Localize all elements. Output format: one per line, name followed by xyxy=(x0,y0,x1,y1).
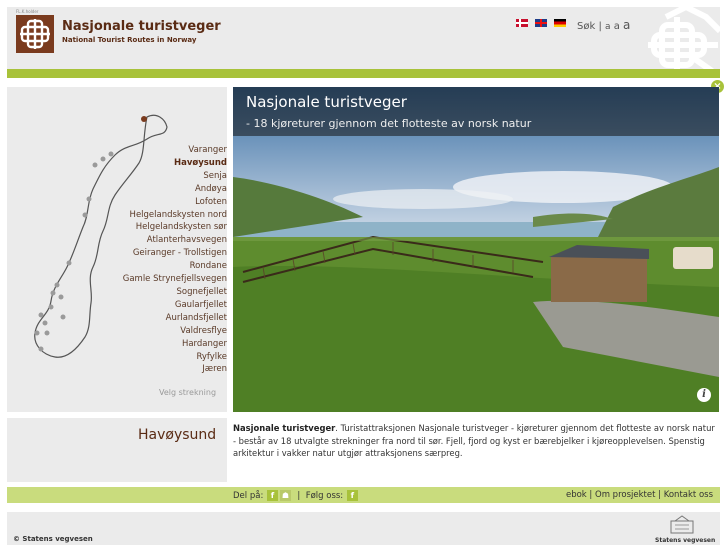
search-link[interactable]: Søk xyxy=(577,21,595,32)
site-title[interactable]: Nasjonale turistveger xyxy=(62,19,221,34)
english-flag-icon[interactable] xyxy=(535,19,547,27)
hero-image: Nasjonale turistveger - 18 kjøreturer gj… xyxy=(233,87,719,412)
route-item[interactable]: Varanger xyxy=(123,144,227,157)
knot-watermark-icon xyxy=(648,7,720,78)
german-flag-icon[interactable] xyxy=(554,19,566,27)
route-item[interactable]: Valdresflye xyxy=(123,325,227,338)
route-item[interactable]: Senja xyxy=(123,170,227,183)
route-item[interactable]: Gamle Strynefjellsvegen xyxy=(123,273,227,286)
route-item[interactable]: Rondane xyxy=(123,260,227,273)
follow-label: Følg oss: xyxy=(305,491,344,501)
statens-vegvesen-label: Statens vegvesen xyxy=(655,537,716,544)
footer-separator: | xyxy=(297,491,301,501)
font-size-medium[interactable]: a xyxy=(614,21,620,32)
route-item[interactable]: Andøya xyxy=(123,183,227,196)
select-route-label[interactable]: Velg strekning xyxy=(159,388,216,397)
danish-flag-icon[interactable] xyxy=(516,19,528,27)
route-item[interactable]: Atlanterhavsvegen xyxy=(123,234,227,247)
facebook-share-icon[interactable]: f xyxy=(267,490,279,501)
facebook-follow-icon[interactable]: f xyxy=(346,490,358,501)
route-item[interactable]: Gaularfjellet xyxy=(123,299,227,312)
footer-link-ebok[interactable]: ebok xyxy=(566,490,587,500)
route-item[interactable]: Helgelandskysten sør xyxy=(123,221,227,234)
route-list: Varanger Havøysund Senja Andøya Lofoten Helge… xyxy=(123,144,227,376)
info-icon[interactable]: i xyxy=(697,388,711,402)
route-item[interactable]: Jæren xyxy=(123,363,227,376)
footer-link-about[interactable]: Om prosjektet xyxy=(595,490,655,500)
font-size-large[interactable]: a xyxy=(623,18,630,32)
bottom-bar xyxy=(7,512,720,545)
share-area: Del på: f ☗ | Følg oss: f xyxy=(233,490,359,501)
site-subtitle: National Tourist Routes in Norway xyxy=(62,36,197,44)
footer-links: ebok | Om prosjektet | Kontakt oss xyxy=(566,490,713,500)
hero-subtitle: - 18 kjøreturer gjennom det flotteste av… xyxy=(246,117,532,130)
route-heading: Havøysund xyxy=(138,427,217,443)
description-bold: Nasjonale turistveger xyxy=(233,423,336,433)
description-text: Nasjonale turistveger. Turistattraksjone… xyxy=(233,422,719,460)
route-item[interactable]: Hardanger xyxy=(123,338,227,351)
site-logo[interactable] xyxy=(16,15,54,53)
header-green-bar xyxy=(7,69,720,78)
route-item[interactable]: Geiranger - Trollstigen xyxy=(123,247,227,260)
footer-link-contact[interactable]: Kontakt oss xyxy=(664,490,713,500)
route-item[interactable]: Lofoten xyxy=(123,196,227,209)
knot-logo-icon xyxy=(20,19,50,49)
statens-vegvesen-logo-icon[interactable] xyxy=(669,515,695,535)
copyright-text: © Statens vegvesen xyxy=(13,535,93,543)
tiny-label: FL.K.holder xyxy=(16,9,39,14)
route-item[interactable]: Ryfylke xyxy=(123,351,227,364)
share-label: Del på: xyxy=(233,491,264,501)
route-item[interactable]: Helgelandskysten nord xyxy=(123,209,227,222)
hero-title: Nasjonale turistveger xyxy=(246,93,407,111)
top-menu: Søk | a a a xyxy=(577,18,630,32)
route-item[interactable]: Aurlandsfjellet xyxy=(123,312,227,325)
route-item[interactable]: Havøysund xyxy=(123,157,227,170)
font-size-small[interactable]: a xyxy=(605,22,611,32)
bookmark-share-icon[interactable]: ☗ xyxy=(280,490,292,501)
route-item[interactable]: Sognefjellet xyxy=(123,286,227,299)
menu-separator: | xyxy=(598,21,602,32)
